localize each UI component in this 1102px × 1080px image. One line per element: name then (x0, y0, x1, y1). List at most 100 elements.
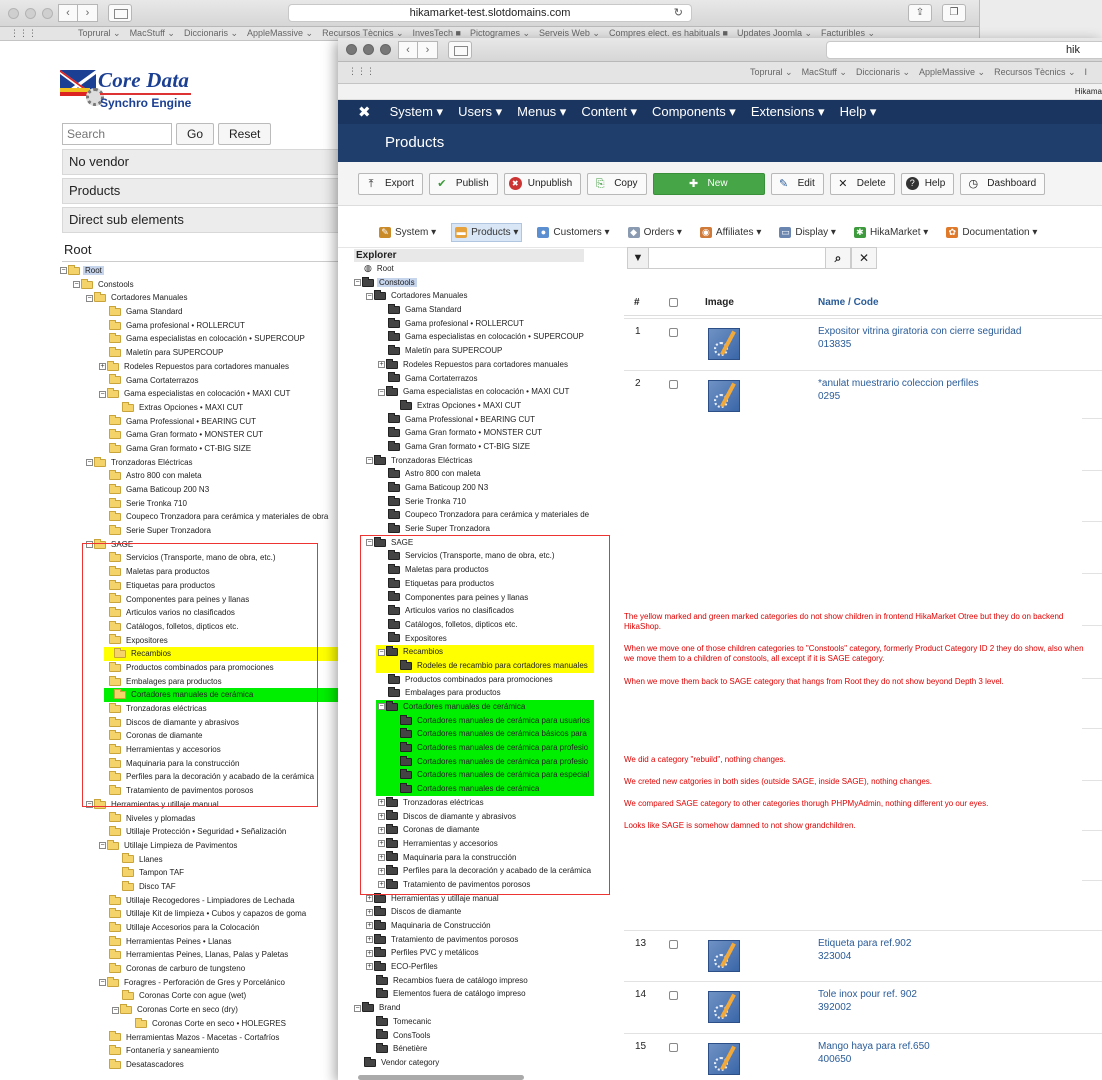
tree-node[interactable]: − Tronzadoras Eléctricas (354, 454, 584, 468)
address-bar[interactable]: hik (826, 41, 1102, 59)
tree-node[interactable]: Tomecanic (354, 1015, 584, 1029)
tree-node[interactable]: Gama Standard (354, 303, 584, 317)
export-button[interactable]: ⤒ Export (358, 172, 423, 195)
filter-icon[interactable]: ▼ (627, 247, 649, 269)
tree-node[interactable]: Cortadores manuales de cerámica para pro… (376, 741, 594, 755)
hika-menu-item[interactable]: ◉ Affiliates ▾ (697, 224, 764, 241)
tree-node[interactable]: Productos combinados para promociones (354, 673, 584, 687)
tree-node[interactable]: Utillaje Kit de limpieza • Cubos y capaz… (60, 907, 360, 921)
expand-icon[interactable]: + (366, 963, 373, 971)
tree-node[interactable]: Astro 800 con maleta (354, 467, 584, 481)
tree-node[interactable]: + Perfiles PVC y metálicos (354, 946, 584, 960)
tree-node[interactable]: Tampon TAF (60, 866, 360, 880)
admin-menu-item[interactable]: Help ▾ (840, 104, 877, 120)
collapse-icon[interactable]: − (73, 281, 80, 289)
zoom-light-icon[interactable] (42, 8, 53, 19)
tree-node[interactable]: Gama Cortaterrazos (60, 374, 360, 388)
collapse-icon[interactable]: − (86, 801, 93, 809)
tree-node[interactable]: Cortadores manuales de cerámica (376, 782, 594, 796)
edit-button[interactable]: ✎ Edit (770, 172, 824, 195)
tree-node[interactable]: + Rodeles Repuestos para cortadores manua… (60, 360, 360, 374)
tree-node[interactable]: Recambios fuera de catálogo impreso (354, 974, 584, 988)
search-input[interactable] (62, 123, 172, 145)
tree-node[interactable]: Componentes para peines y llanas (354, 591, 584, 605)
tree-node[interactable]: + Tronzadoras eléctricas (354, 796, 584, 810)
admin-menu-item[interactable]: Menus ▾ (517, 104, 566, 120)
expand-icon[interactable]: + (366, 922, 373, 930)
no-vendor-item[interactable]: No vendor (62, 149, 342, 175)
tree-node[interactable]: Servicios (Transporte, mano de obra, etc… (354, 549, 584, 563)
bookmark-item[interactable]: MacStuff ⌄ (130, 28, 175, 39)
tree-node[interactable]: Gama profesional • ROLLERCUT (354, 317, 584, 331)
dashboard-button[interactable]: ◷ Dashboard (960, 172, 1046, 195)
tree-node[interactable]: Maletas para productos (354, 563, 584, 577)
reset-button[interactable]: Reset (218, 123, 272, 145)
expand-icon[interactable]: + (366, 895, 373, 903)
sidebar-toggle-icon[interactable] (108, 4, 132, 22)
tree-node[interactable]: Desatascadores (60, 1058, 360, 1072)
tree-node[interactable]: Herramientas Peines, Llanas, Palas y Pal… (60, 948, 360, 962)
tree-node[interactable]: Perfiles para la decoración y acabado de… (60, 770, 360, 784)
tree-node[interactable]: Gama Professional • BEARING CUT (354, 413, 584, 427)
table-row[interactable]: 15 Mango haya para ref.650 400650 (624, 1033, 1102, 1080)
collapse-icon[interactable]: − (354, 279, 361, 287)
tree-node[interactable]: Utillaje Protección • Seguridad • Señali… (60, 825, 360, 839)
filter-input[interactable] (649, 247, 825, 269)
search-icon[interactable]: ⌕ (825, 247, 851, 269)
tree-node[interactable]: Coupeco Tronzadora para cerámica y mater… (60, 510, 360, 524)
tree-node[interactable]: Servicios (Transporte, mano de obra, etc… (60, 551, 360, 565)
tree-node[interactable]: Utillaje Accesorios para la Colocación (60, 921, 360, 935)
tree-node[interactable]: Elementos fuera de catálogo impreso (354, 987, 584, 1001)
collapse-icon[interactable]: − (366, 539, 373, 547)
tree-node[interactable]: Gama especialistas en colocación • SUPER… (60, 332, 360, 346)
hika-menu-item[interactable]: ▬ Products ▾ (451, 223, 523, 242)
apps-grid-icon[interactable]: ⋮⋮⋮ (348, 66, 375, 77)
tree-node[interactable]: Astro 800 con maleta (60, 469, 360, 483)
tree-node[interactable]: + ECO-Perfiles (354, 960, 584, 974)
table-row[interactable]: 13 Etiqueta para ref.902 323004 (624, 930, 1102, 982)
tree-node[interactable]: − Coronas Corte en seco (dry) (60, 1003, 360, 1017)
tree-node[interactable]: Cortadores manuales de cerámica (104, 688, 360, 702)
tree-node[interactable]: − Constools (60, 278, 360, 292)
tree-node[interactable]: Expositores (60, 634, 360, 648)
tree-node[interactable]: Catálogos, folletos, dipticos etc. (354, 618, 584, 632)
hika-menu-item[interactable]: ✎ System ▾ (376, 224, 439, 241)
tree-node[interactable]: Coronas de diamante (60, 729, 360, 743)
tree-node[interactable]: Maquinaria para la construcción (60, 757, 360, 771)
tree-node[interactable]: − Herramientas y utillaje manual (60, 798, 360, 812)
tree-node[interactable]: Coronas de carburo de tungsteno (60, 962, 360, 976)
tree-node[interactable]: − Cortadores manuales de cerámica (376, 700, 594, 714)
tree-node[interactable]: Articulos varios no clasificados (60, 606, 360, 620)
expand-icon[interactable]: + (378, 361, 385, 369)
tree-node[interactable]: Gama Baticoup 200 N3 (354, 481, 584, 495)
tree-node[interactable]: Catálogos, folletos, dipticos etc. (60, 620, 360, 634)
collapse-icon[interactable]: − (378, 648, 385, 656)
row-checkbox[interactable] (669, 1043, 678, 1052)
tree-node[interactable]: Herramientas y accesorios (60, 743, 360, 757)
tree-node[interactable]: Herramientas Peines • Llanas (60, 935, 360, 949)
tree-node[interactable]: Gama Gran formato • MONSTER CUT (354, 426, 584, 440)
tree-node[interactable]: Bénetière (354, 1042, 584, 1056)
expand-icon[interactable]: + (378, 840, 385, 848)
tree-node[interactable]: Tronzadoras eléctricas (60, 702, 360, 716)
expand-icon[interactable]: + (378, 867, 385, 875)
tree-node[interactable]: Coupeco Tronzadora para cerámica y mater… (354, 508, 589, 522)
tree-node[interactable]: − Gama especialistas en colocación • MAXI… (60, 387, 360, 401)
bookmark-item[interactable]: AppleMassive ⌄ (247, 28, 313, 39)
tree-node[interactable]: Extras Opciones • MAXI CUT (60, 401, 360, 415)
tree-node[interactable]: + Discos de diamante (354, 905, 584, 919)
direct-sub-elements-item[interactable]: Direct sub elements (62, 207, 342, 233)
go-button[interactable]: Go (176, 123, 215, 145)
tree-node[interactable]: Gama Standard (60, 305, 360, 319)
tabs-overview-icon[interactable]: ❐ (942, 4, 966, 22)
tree-node[interactable]: Tratamiento de pavimentos porosos (60, 784, 360, 798)
bookmark-item[interactable]: Diccionaris ⌄ (856, 67, 910, 78)
tree-node[interactable]: Niveles y plomadas (60, 812, 360, 826)
expand-icon[interactable]: + (366, 908, 373, 916)
admin-menu-item[interactable]: Extensions ▾ (751, 104, 825, 120)
row-checkbox[interactable] (669, 328, 678, 337)
tree-node[interactable]: + Tratamiento de pavimentos porosos (354, 933, 584, 947)
expand-icon[interactable]: + (99, 363, 106, 371)
tree-node[interactable]: − Tronzadoras Eléctricas (60, 456, 360, 470)
product-name-link[interactable]: Mango haya para ref.650 (818, 1041, 930, 1052)
